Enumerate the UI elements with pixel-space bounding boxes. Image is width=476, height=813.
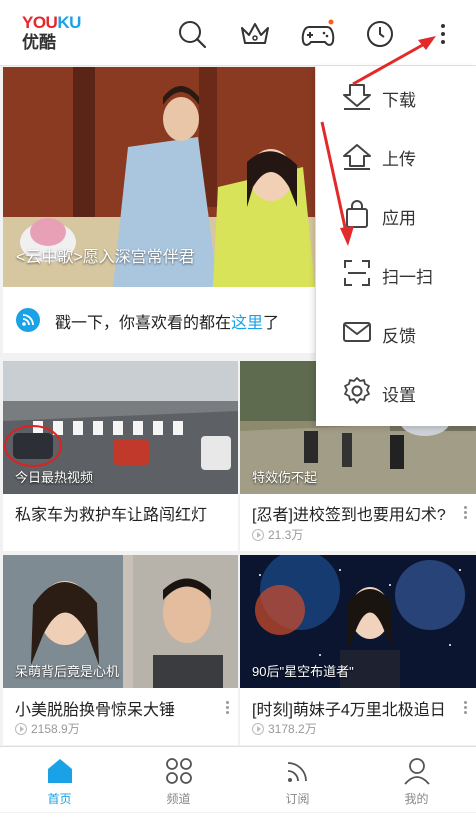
view-count: 21.3万 xyxy=(252,526,303,543)
tab-channels[interactable]: 频道 xyxy=(119,747,238,813)
menu-label: 下载 xyxy=(382,91,416,110)
more-options-icon[interactable] xyxy=(464,699,468,717)
menu-item-settings[interactable]: 设置 xyxy=(316,362,476,421)
header-bar: YOUKU 优酷 xyxy=(0,0,476,66)
home-icon xyxy=(47,759,72,783)
menu-item-upload[interactable]: 上传 xyxy=(316,126,476,185)
profile-icon xyxy=(403,758,430,785)
video-title: [忍者]进校签到也要用幻术? xyxy=(252,507,446,524)
notice-text: 戳一下，你喜欢看的都在这里了 xyxy=(55,315,280,332)
channels-icon xyxy=(165,758,192,784)
youku-logo[interactable]: YOUKU 优酷 xyxy=(22,14,82,54)
more-icon[interactable] xyxy=(426,17,460,51)
menu-label: 上传 xyxy=(382,150,416,169)
search-icon[interactable] xyxy=(175,17,209,51)
hero-banner[interactable]: <云中歌>愿入深宫常伴君 xyxy=(3,67,315,287)
gamepad-icon[interactable] xyxy=(301,17,335,51)
tab-label: 订阅 xyxy=(285,792,310,806)
crown-icon[interactable] xyxy=(238,17,272,51)
notice-link[interactable]: 这里 xyxy=(231,315,263,332)
video-tag: 特效伤不起 xyxy=(252,470,318,485)
video-thumbnail: 90后"星空布道者" xyxy=(240,555,476,688)
history-icon[interactable] xyxy=(363,17,397,51)
menu-label: 应用 xyxy=(382,209,416,228)
tab-label: 频道 xyxy=(166,792,191,806)
video-tag: 90后"星空布道者" xyxy=(252,664,354,679)
video-card[interactable]: 呆萌背后竟是心机 小美脱胎换骨惊呆大锤 2158.9万 xyxy=(3,555,238,745)
mail-icon xyxy=(343,322,371,342)
view-count: 2158.9万 xyxy=(15,720,80,737)
video-card[interactable]: 90后"星空布道者" [时刻]萌妹子4万里北极追日 3178.2万 xyxy=(240,555,476,745)
play-count-icon xyxy=(252,723,264,735)
video-thumbnail: 呆萌背后竟是心机 xyxy=(3,555,238,688)
play-count-icon xyxy=(15,723,27,735)
menu-item-download[interactable]: 下载 xyxy=(316,67,476,126)
menu-item-feedback[interactable]: 反馈 xyxy=(316,303,476,362)
overflow-menu: 下载 上传 应用 扫一扫 反馈 设置 xyxy=(316,66,476,426)
menu-label: 设置 xyxy=(382,386,416,405)
upload-icon xyxy=(343,144,371,170)
video-tag: 呆萌背后竟是心机 xyxy=(15,664,120,679)
menu-label: 反馈 xyxy=(382,327,416,346)
video-card[interactable]: 今日最热视频 私家车为救护车让路闯红灯 xyxy=(3,361,238,551)
settings-icon xyxy=(344,377,370,404)
tab-home[interactable]: 首页 xyxy=(0,747,119,813)
more-options-icon[interactable] xyxy=(226,699,230,717)
tab-label: 首页 xyxy=(47,792,72,806)
video-title: 私家车为救护车让路闯红灯 xyxy=(15,507,208,524)
view-count: 3178.2万 xyxy=(252,720,317,737)
video-tag: 今日最热视频 xyxy=(15,470,94,485)
menu-label: 扫一扫 xyxy=(382,268,433,287)
download-icon xyxy=(343,84,371,110)
video-thumbnail: 今日最热视频 xyxy=(3,361,238,494)
more-options-icon[interactable] xyxy=(464,504,468,522)
menu-item-scan[interactable]: 扫一扫 xyxy=(316,244,476,303)
tab-subscribe[interactable]: 订阅 xyxy=(238,747,357,813)
video-title: 小美脱胎换骨惊呆大锤 xyxy=(15,702,176,719)
video-title: [时刻]萌妹子4万里北极追日 xyxy=(252,702,446,719)
tab-profile[interactable]: 我的 xyxy=(357,747,476,813)
rss-icon xyxy=(16,308,40,332)
play-count-icon xyxy=(252,529,264,541)
recommend-notice[interactable]: 戳一下，你喜欢看的都在这里了 xyxy=(3,287,315,353)
subscribe-icon xyxy=(287,762,307,782)
tab-label: 我的 xyxy=(404,792,429,806)
logo-chinese: 优酷 xyxy=(22,33,56,52)
logo-wordmark: YOUKU xyxy=(22,13,81,32)
menu-item-apps[interactable]: 应用 xyxy=(316,185,476,244)
scan-icon xyxy=(344,260,370,286)
bottom-nav: 首页 频道 订阅 我的 xyxy=(0,746,476,812)
hero-caption: <云中歌>愿入深宫常伴君 xyxy=(16,249,195,266)
bag-icon xyxy=(346,200,368,228)
